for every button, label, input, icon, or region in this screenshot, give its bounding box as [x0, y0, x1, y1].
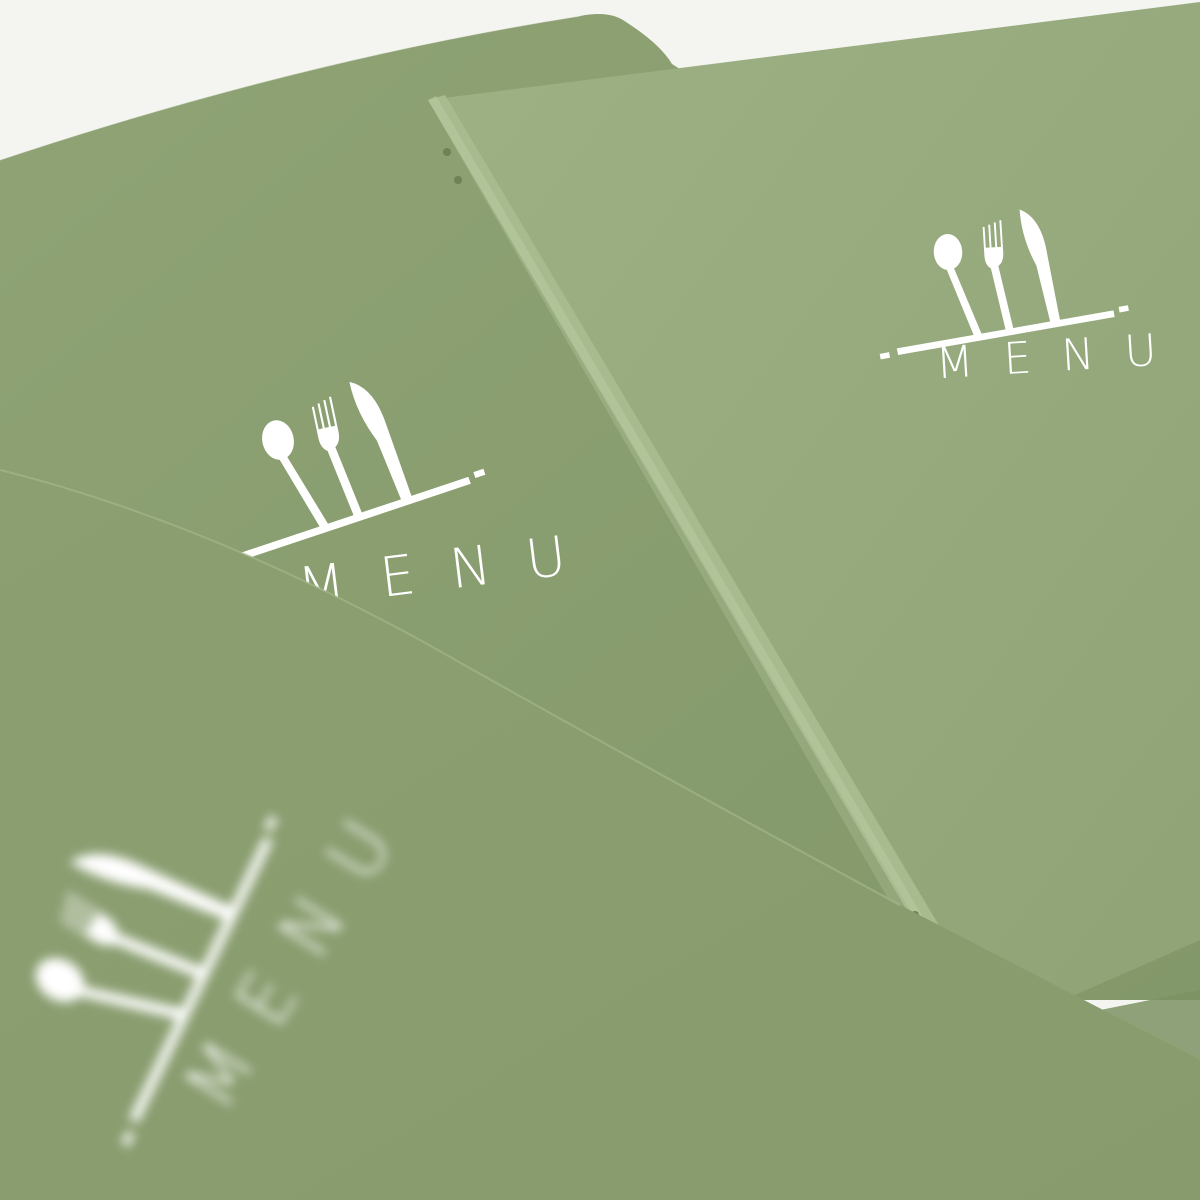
spine-screw-top	[443, 148, 451, 156]
menu-covers-photo: MENU MENU MENU	[0, 0, 1200, 1200]
spine-screw-upper	[454, 176, 462, 184]
